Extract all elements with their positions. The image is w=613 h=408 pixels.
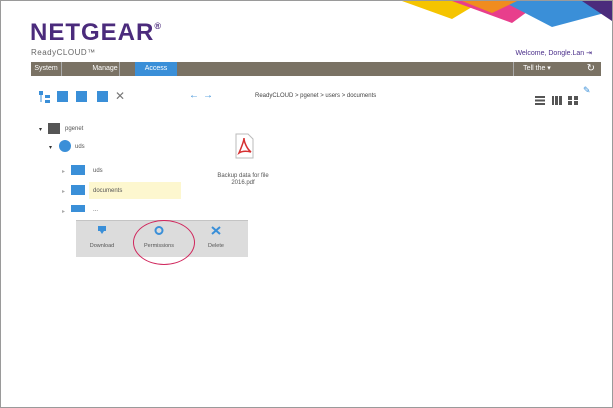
welcome-user-link[interactable]: Welcome, Dongle.Lan ⇥ [515, 49, 592, 57]
delete-icon [211, 226, 221, 235]
collapse-triangle-icon[interactable]: ▾ [39, 126, 42, 133]
tree-folder-label[interactable]: ... [93, 207, 98, 213]
folder-icon [71, 205, 85, 212]
highlight-circle [133, 220, 195, 265]
app-frame: NETGEAR® ReadyCLOUD™ Welcome, Dongle.Lan… [0, 0, 613, 408]
collapse-triangle-icon[interactable]: ▾ [49, 144, 52, 151]
tab-manage[interactable]: Manage [91, 62, 120, 76]
user-share-icon [59, 140, 71, 152]
download-button[interactable]: Download [82, 226, 122, 249]
tree-root-label[interactable]: pgenet [65, 126, 83, 132]
breadcrumb: ReadyCLOUD > pgenet > users > documents [255, 93, 377, 99]
forward-arrow-icon[interactable]: → [203, 90, 213, 101]
netgear-logo: NETGEAR® [30, 19, 162, 46]
upload-icon[interactable] [76, 91, 87, 102]
new-folder-icon[interactable] [57, 91, 68, 102]
tree-folder-label[interactable]: uds [93, 168, 103, 174]
delete-label: Delete [208, 243, 224, 249]
folder-icon [71, 165, 85, 175]
nav-right-dropdown[interactable]: Tell the ▾ [513, 62, 560, 76]
tab-access[interactable]: Access [135, 62, 177, 76]
server-icon [48, 123, 60, 134]
detail-view-icon[interactable] [552, 92, 562, 105]
brand-swoosh [402, 1, 612, 27]
tree-child-label[interactable]: uds [75, 144, 85, 150]
expand-triangle-icon[interactable]: ▸ [62, 208, 65, 215]
file-name-label[interactable]: Backup data for file 2016.pdf [205, 173, 281, 187]
pdf-file-icon[interactable] [233, 133, 255, 159]
back-arrow-icon[interactable]: ← [189, 90, 199, 101]
grid-view-icon[interactable] [568, 92, 578, 105]
tree-view-icon[interactable] [39, 91, 50, 103]
refresh-icon[interactable]: ↻ [587, 63, 595, 75]
tab-system[interactable]: System [31, 62, 62, 76]
folder-icon [71, 185, 85, 195]
delete-button[interactable]: Delete [196, 226, 236, 249]
delete-icon[interactable]: ✕ [115, 89, 125, 103]
expand-triangle-icon[interactable]: ▸ [62, 188, 65, 195]
download-icon[interactable] [97, 91, 108, 102]
expand-triangle-icon[interactable]: ▸ [62, 168, 65, 175]
settings-icon[interactable]: ✎ [583, 85, 591, 96]
readycloud-label: ReadyCLOUD™ [31, 48, 96, 57]
main-nav-bar: System Manage Access Tell the ▾ ↻ [31, 62, 601, 76]
download-icon [98, 226, 106, 234]
download-label: Download [89, 243, 115, 249]
tree-folder-label-selected[interactable]: documents [93, 188, 122, 194]
list-view-icon[interactable] [535, 92, 545, 105]
file-toolbar: ✕ ← → ReadyCLOUD > pgenet > users > docu… [35, 85, 601, 105]
